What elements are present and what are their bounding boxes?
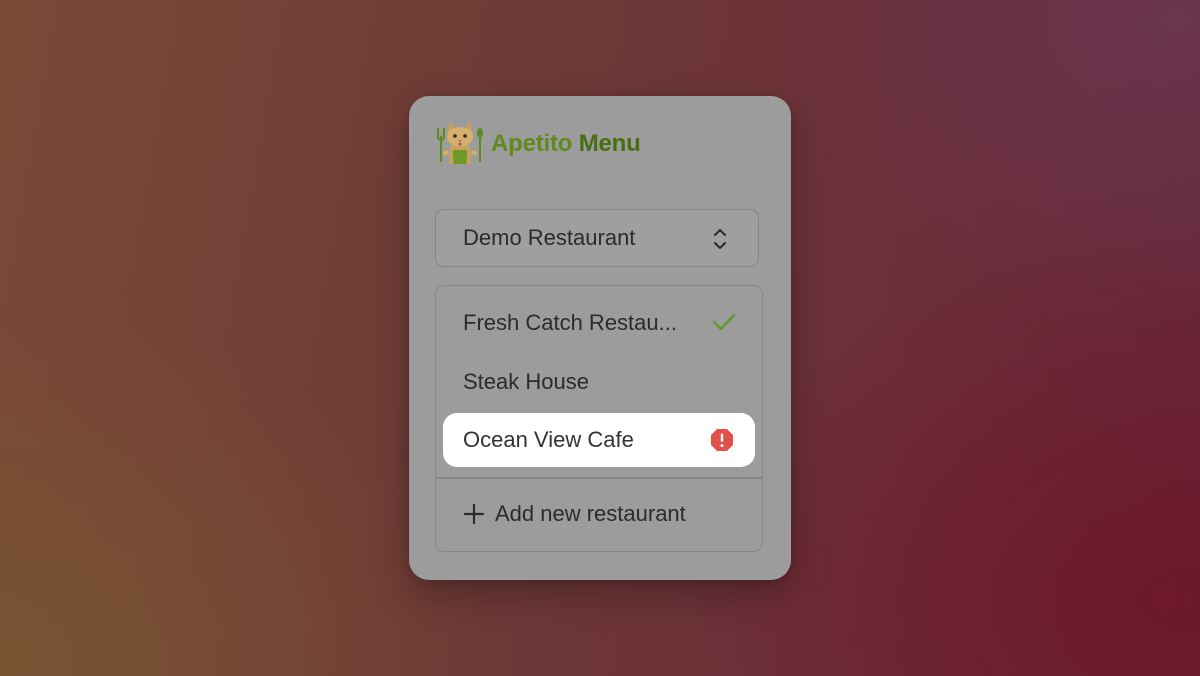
list-item-fresh-catch[interactable]: Fresh Catch Restau...	[443, 296, 755, 350]
brand-logo: Apetito Menu	[437, 120, 641, 168]
alert-icon	[711, 429, 733, 451]
brand-name-part1: Apetito	[491, 130, 573, 157]
restaurant-switcher-panel: Apetito Menu Demo Restaurant Fresh Catch…	[409, 96, 791, 580]
chevron-up-down-icon	[714, 229, 726, 249]
list-item-label: Steak House	[463, 369, 589, 394]
selected-restaurant: Demo Restaurant	[463, 225, 636, 250]
list-divider	[436, 477, 762, 479]
brand-name-part2: Menu	[578, 130, 641, 157]
add-restaurant-button[interactable]: Add new restaurant	[443, 486, 755, 542]
plus-icon	[463, 503, 485, 525]
list-item-ocean-view-cafe[interactable]: Ocean View Cafe	[443, 413, 755, 467]
add-restaurant-label: Add new restaurant	[495, 501, 686, 526]
list-item-label: Fresh Catch Restau...	[463, 310, 677, 335]
list-item-steak-house[interactable]: Steak House	[443, 355, 755, 409]
list-item-label: Ocean View Cafe	[463, 427, 634, 452]
brand-name: Apetito Menu	[491, 130, 641, 158]
cat-chef-icon	[437, 122, 483, 164]
checkmark-icon	[712, 313, 736, 331]
restaurant-selector[interactable]: Demo Restaurant	[435, 209, 759, 267]
restaurant-list: Fresh Catch Restau... Steak House Ocean …	[435, 285, 763, 552]
